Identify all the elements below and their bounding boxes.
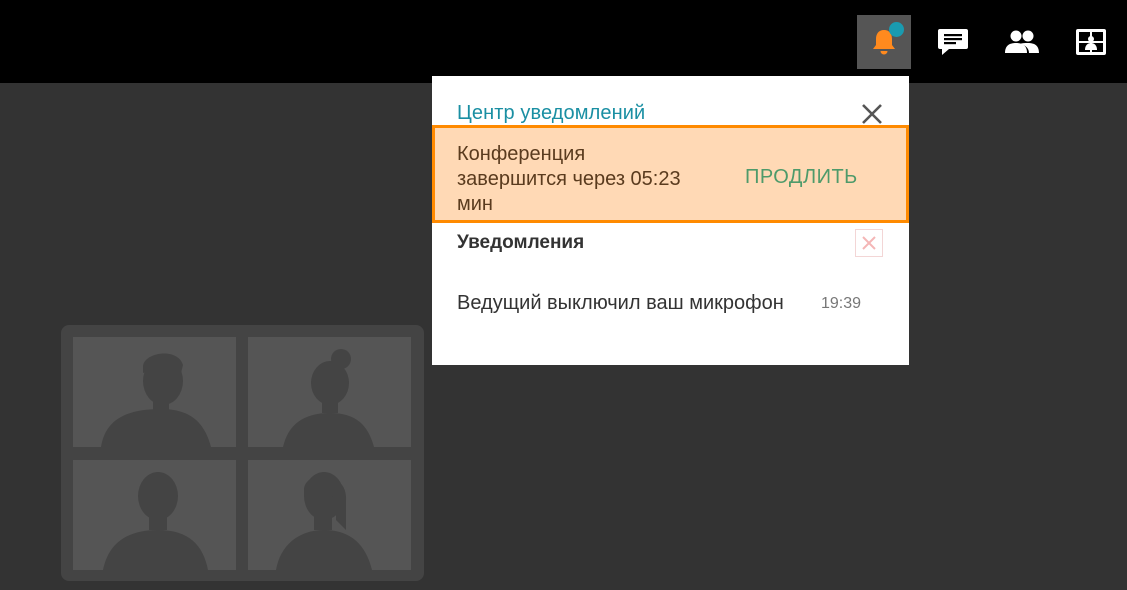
person-silhouette-icon xyxy=(103,472,208,570)
layout-icon xyxy=(1075,28,1107,56)
notifications-button[interactable] xyxy=(857,15,911,69)
person-silhouette-icon xyxy=(101,353,211,447)
notifications-heading: Уведомления xyxy=(457,232,585,253)
close-button[interactable] xyxy=(860,102,884,126)
participant-tile xyxy=(73,337,236,447)
alert-line: мин xyxy=(457,193,493,215)
person-silhouette-icon xyxy=(276,472,372,570)
participants-button[interactable] xyxy=(995,15,1049,69)
layout-button[interactable] xyxy=(1064,15,1118,69)
chat-button[interactable] xyxy=(926,15,980,69)
alert-line: Конференция xyxy=(457,143,586,165)
alert-message: Конференция завершится через 05:23 мин xyxy=(457,142,717,217)
alert-line: завершится через 05:23 xyxy=(457,168,681,190)
top-toolbar xyxy=(0,0,1127,83)
gallery-placeholder xyxy=(61,325,424,581)
clear-icon xyxy=(862,236,876,250)
participants-icon xyxy=(1005,30,1039,54)
notification-item: Ведущий выключил ваш микрофон 19:39 xyxy=(457,292,887,322)
notification-center-panel: Центр уведомлений Конференция завершится… xyxy=(432,76,909,365)
notification-text: Ведущий выключил ваш микрофон xyxy=(457,292,784,314)
extend-button[interactable]: ПРОДЛИТЬ xyxy=(745,166,858,189)
chat-icon xyxy=(937,27,969,57)
notification-badge xyxy=(889,22,904,37)
participant-tile xyxy=(248,460,411,570)
notification-time: 19:39 xyxy=(821,295,862,312)
participant-tile xyxy=(73,460,236,570)
participant-tile xyxy=(248,337,411,447)
panel-title: Центр уведомлений xyxy=(457,102,646,124)
close-icon xyxy=(862,104,882,124)
person-silhouette-icon xyxy=(283,349,374,447)
clear-notifications-button[interactable] xyxy=(855,229,883,257)
conference-end-alert: Конференция завершится через 05:23 мин П… xyxy=(432,125,909,223)
